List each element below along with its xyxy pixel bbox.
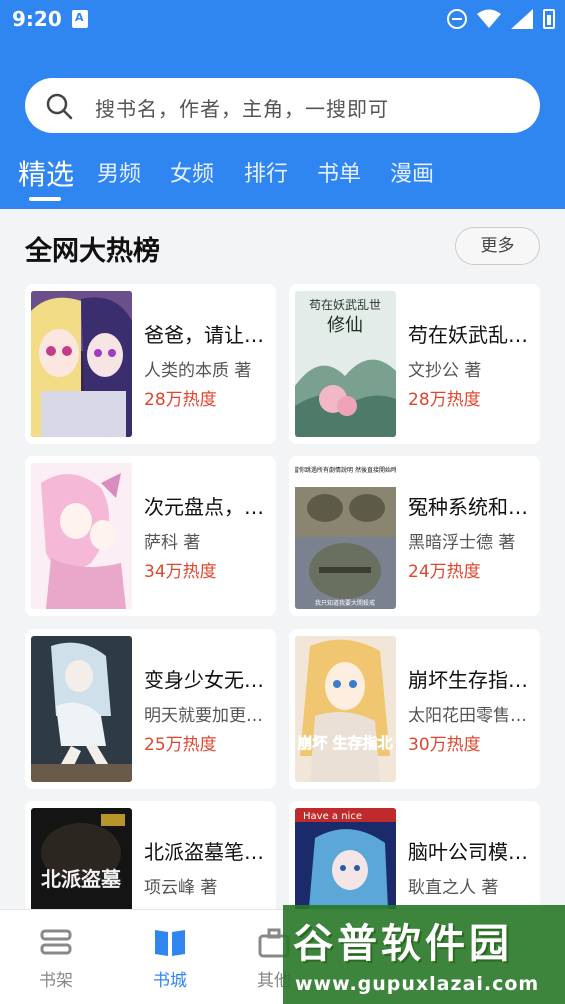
watermark-text: 谷普软件园: [293, 921, 513, 967]
book-card[interactable]: 苟在妖武乱世 修仙 苟在妖武乱… 文抄公 著 28万热度: [289, 284, 540, 444]
nav-label: 书架: [39, 971, 73, 991]
book-card[interactable]: 當你跳過所有劇情說明 然後直接開始時 我只知道我要大開殺戒 冤种系统和… 黑暗浮…: [289, 456, 540, 616]
book-title: 崩坏生存指…: [408, 668, 528, 692]
cover-title: 崩坏 生存指北: [297, 734, 392, 752]
bookshelf-icon: [40, 929, 72, 955]
book-cover: [31, 291, 132, 437]
book-author: 项云峰 著: [144, 878, 218, 898]
cover-subtitle: 修仙: [327, 315, 363, 336]
book-card[interactable]: 崩坏 生存指北 崩坏生存指… 太阳花田零售… 30万热度: [289, 629, 540, 789]
cover-caption-top: 當你跳過所有劇情說明 然後直接開始時: [295, 466, 396, 474]
book-title: 变身少女无…: [144, 668, 264, 692]
book-author: 耿直之人 著: [408, 878, 499, 898]
book-author: 萨科 著: [144, 533, 201, 553]
book-cover: [31, 636, 132, 782]
nav-bookshelf[interactable]: 书架: [1, 910, 111, 1004]
book-heat: 34万热度: [144, 562, 217, 582]
book-title: 冤种系统和…: [408, 495, 528, 519]
book-heat: 30万热度: [408, 735, 481, 755]
book-card[interactable]: 次元盘点，… 萨科 著 34万热度: [25, 456, 276, 616]
book-title: 北派盗墓笔…: [144, 840, 264, 864]
book-grid: 爸爸，请让… 人类的本质 著 28万热度 苟在妖武乱世 修仙 苟在妖武乱… 文抄…: [0, 0, 565, 1004]
nav-bookstore[interactable]: 书城: [115, 910, 225, 1004]
book-author: 人类的本质 著: [144, 361, 252, 381]
site-watermark: 谷普软件园 www.gupuxlazai.com: [283, 905, 565, 1004]
open-book-icon: [155, 930, 185, 956]
book-card[interactable]: 爸爸，请让… 人类的本质 著 28万热度: [25, 284, 276, 444]
cover-caption-bottom: 我只知道我要大開殺戒: [315, 599, 375, 607]
book-author: 黑暗浮士德 著: [408, 533, 516, 553]
book-title: 爸爸，请让…: [144, 323, 264, 347]
book-heat: 28万热度: [144, 390, 217, 410]
book-author: 太阳花田零售…: [408, 706, 527, 726]
book-heat: 28万热度: [408, 390, 481, 410]
cover-text: Have a nice: [303, 811, 362, 822]
book-title: 苟在妖武乱…: [408, 323, 528, 347]
book-cover: [31, 463, 132, 609]
book-card[interactable]: 变身少女无… 明天就要加更… 25万热度: [25, 629, 276, 789]
cover-title: 苟在妖武乱世: [309, 298, 381, 312]
nav-label: 书城: [153, 971, 187, 991]
book-heat: 24万热度: [408, 562, 481, 582]
book-heat: 25万热度: [144, 735, 217, 755]
book-cover: 苟在妖武乱世 修仙: [295, 291, 396, 437]
book-cover: 崩坏 生存指北: [295, 636, 396, 782]
book-author: 明天就要加更…: [144, 706, 263, 726]
book-cover: 當你跳過所有劇情說明 然後直接開始時 我只知道我要大開殺戒: [295, 463, 396, 609]
book-title: 次元盘点，…: [144, 495, 264, 519]
book-title: 脑叶公司模…: [408, 840, 528, 864]
cover-title: 北派盗墓: [41, 867, 122, 891]
book-author: 文抄公 著: [408, 361, 482, 381]
watermark-url: www.gupuxlazai.com: [295, 973, 540, 995]
